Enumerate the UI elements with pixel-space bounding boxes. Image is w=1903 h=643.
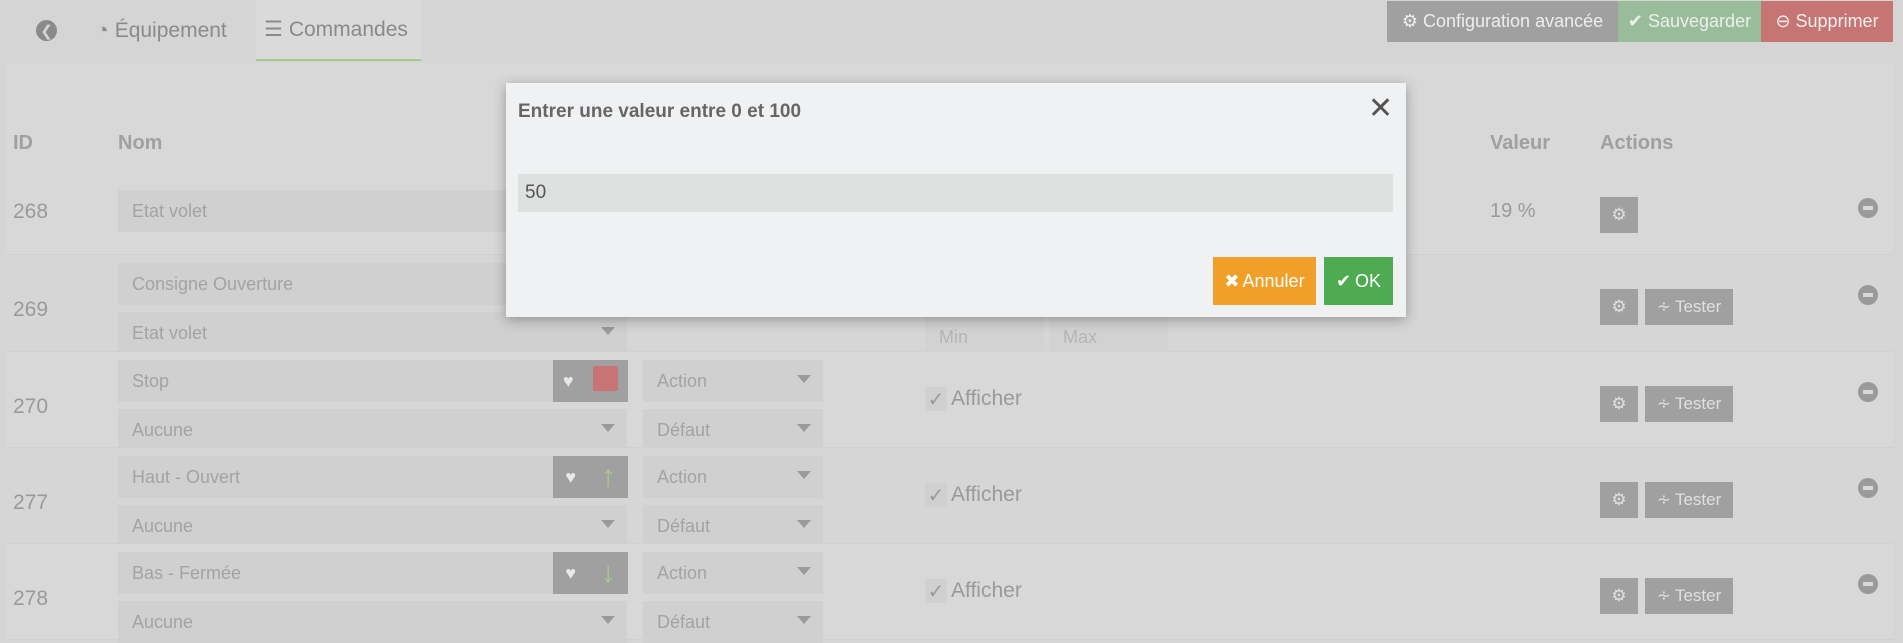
x-icon: ✖ [1224,270,1240,291]
ok-button[interactable]: ✔ OK [1324,257,1393,305]
dialog-title: Entrer une valeur entre 0 et 100 [518,101,802,122]
check-icon: ✔ [1335,270,1352,291]
value-input[interactable] [518,174,1393,212]
close-icon[interactable]: ✕ [1368,91,1393,126]
value-dialog: Entrer une valeur entre 0 et 100 ✕ ✖Annu… [506,83,1406,317]
cancel-button[interactable]: ✖ Annuler [1213,257,1316,305]
